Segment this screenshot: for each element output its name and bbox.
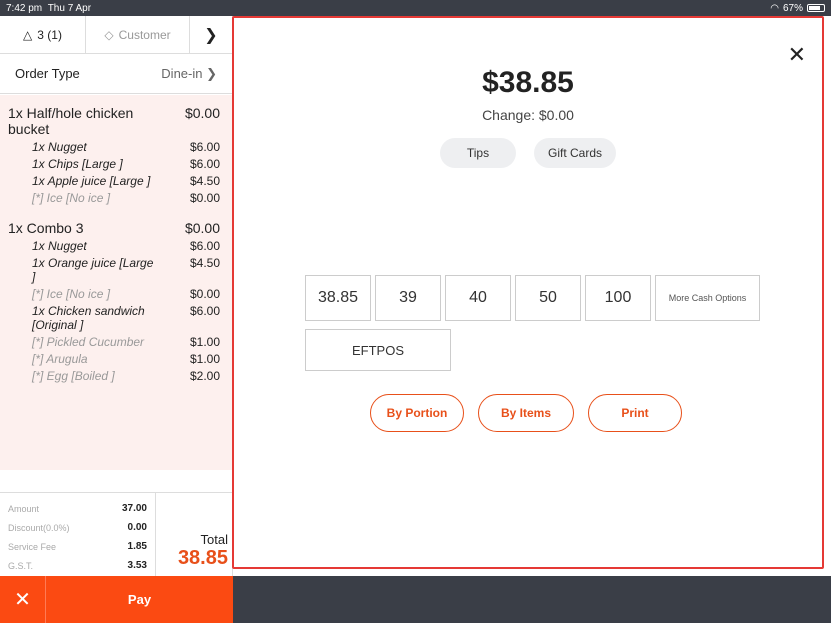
sub-item: 1x Chicken sandwich [Original ] $6.00 [0,304,232,332]
sub-item-name: 1x Nugget [32,239,87,253]
battery-percent: 67% [782,2,803,14]
sub-item-name: [*] Arugula [32,352,88,366]
order-panel: △ 3 (1) ◇ Customer ❯ Order Type Dine-in … [0,16,233,623]
payment-amount: $38.85 [482,66,574,99]
split-actions: By Portion By Items Print [370,394,682,432]
cash-option-button[interactable]: 38.85 [305,275,371,321]
sub-item: 1x Apple juice [Large ] $4.50 [0,174,232,188]
order-type-value: Dine-in ❯ [161,65,217,81]
total-line: Amount 37.00 [8,499,147,518]
sub-item-price: $1.00 [189,335,220,349]
tips-button[interactable]: Tips [439,138,516,168]
sub-item-name: 1x Chicken sandwich [Original ] [32,304,145,332]
item-modifier: [*] Ice [No ice ] $0.00 [0,287,232,301]
sub-item: 1x Nugget $6.00 [0,140,232,154]
sub-item-name: 1x Nugget [32,140,87,154]
order-item[interactable]: 1x Half/hole chicken bucket $0.00 [0,105,232,137]
total-line-value: 3.53 [127,560,147,571]
cash-option-button[interactable]: 40 [445,275,511,321]
grand-total: Total 38.85 [156,493,232,576]
cash-option-button[interactable]: 100 [585,275,651,321]
sub-item-name: [*] Ice [No ice ] [32,287,111,301]
more-cash-options-button[interactable]: More Cash Options [655,275,760,321]
by-items-button[interactable]: By Items [478,394,574,432]
cash-option-button[interactable]: 50 [515,275,581,321]
order-topbar: △ 3 (1) ◇ Customer ❯ [0,16,232,54]
total-line-label: Amount [8,503,40,514]
status-time: 7:42 pm Thu 7 Apr [6,2,92,14]
total-line-label: G.S.T. [8,560,34,571]
background-bar [233,576,831,623]
status-bar: 7:42 pm Thu 7 Apr ◠ 67% [0,0,831,16]
customer-button[interactable]: ◇ Customer [86,16,190,53]
pay-button[interactable]: Pay [46,576,233,623]
sub-item-name: [*] Ice [No ice ] [32,191,111,205]
sub-item-name: 1x Chips [Large ] [32,157,123,171]
item-price: $0.00 [184,220,220,236]
item-name: 1x Combo 3 [8,220,84,236]
order-type-row[interactable]: Order Type Dine-in ❯ [0,54,232,94]
chevron-right-icon[interactable]: ❯ [190,16,232,53]
by-portion-button[interactable]: By Portion [370,394,464,432]
sub-item-price: $6.00 [189,157,220,171]
battery-icon [807,4,825,12]
sub-item-price: $4.50 [189,174,220,188]
print-button[interactable]: Print [588,394,682,432]
total-line-label: Discount(0.0%) [8,522,70,533]
totals-section: Amount 37.00 Discount(0.0%) 0.00 Service Fee… [0,492,232,576]
sub-item-price: $0.00 [189,287,220,301]
cash-options: 38.85 39 40 50 100 More Cash Options [305,275,760,321]
item-name: 1x Half/hole chicken bucket [8,105,134,137]
close-icon: ✕ [787,42,806,67]
close-icon: ✕ [14,589,31,611]
sub-item-price: $2.00 [189,369,220,383]
guests-button[interactable]: △ 3 (1) [0,16,86,53]
extras-row: Tips Gift Cards [234,138,822,168]
payment-modal: ✕ $38.85 Change: $0.00 Tips Gift Cards 3… [232,16,824,569]
sub-item-name: [*] Egg [Boiled ] [32,369,115,383]
change-amount: Change: $0.00 [482,107,574,123]
total-value: 38.85 [177,547,228,569]
close-modal-button[interactable]: ✕ [788,42,806,68]
total-line: G.S.T. 3.53 [8,556,147,575]
item-modifier: [*] Pickled Cucumber $1.00 [0,335,232,349]
total-line-label: Service Fee [8,541,57,552]
guests-count: 3 (1) [37,27,62,42]
diamond-icon: ◇ [104,27,114,42]
total-label: Total [200,532,228,547]
totals-breakdown: Amount 37.00 Discount(0.0%) 0.00 Service Fee… [0,493,156,576]
order-type-label: Order Type [15,66,80,81]
sub-item-price: $4.50 [189,256,220,270]
gift-cards-button[interactable]: Gift Cards [533,138,616,168]
total-line: Discount(0.0%) 0.00 [8,518,147,537]
sub-item: 1x Chips [Large ] $6.00 [0,157,232,171]
sub-item-price: $6.00 [189,239,220,253]
item-price: $0.00 [184,105,220,121]
total-line-value: 37.00 [121,503,147,514]
cash-option-button[interactable]: 39 [375,275,441,321]
sub-item: 1x Nugget $6.00 [0,239,232,253]
sub-item-name: [*] Pickled Cucumber [32,335,145,349]
sub-item-price: $6.00 [189,140,220,154]
total-line-value: 1.85 [127,541,147,552]
wifi-icon: ◠ [770,2,779,14]
guests-icon: △ [23,27,33,42]
sub-item-name: 1x Orange juice [Large ] [32,256,154,284]
order-items-list: 1x Half/hole chicken bucket $0.00 1x Nugge… [0,95,232,470]
order-item[interactable]: 1x Combo 3 $0.00 [0,220,232,236]
pay-bar: ✕ Pay [0,576,233,623]
sub-item-price: $6.00 [189,304,220,318]
item-modifier: [*] Egg [Boiled ] $2.00 [0,369,232,383]
item-modifier: [*] Arugula $1.00 [0,352,232,366]
sub-item-name: 1x Apple juice [Large ] [32,174,151,188]
cancel-order-button[interactable]: ✕ [0,576,46,623]
customer-label: Customer [118,27,171,42]
sub-item-price: $0.00 [189,191,220,205]
total-line: Service Fee 1.85 [8,537,147,556]
sub-item-price: $1.00 [189,352,220,366]
item-modifier: [*] Ice [No ice ] $0.00 [0,191,232,205]
eftpos-button[interactable]: EFTPOS [305,329,451,371]
sub-item: 1x Orange juice [Large ] $4.50 [0,256,232,284]
total-line-value: 0.00 [127,522,147,533]
